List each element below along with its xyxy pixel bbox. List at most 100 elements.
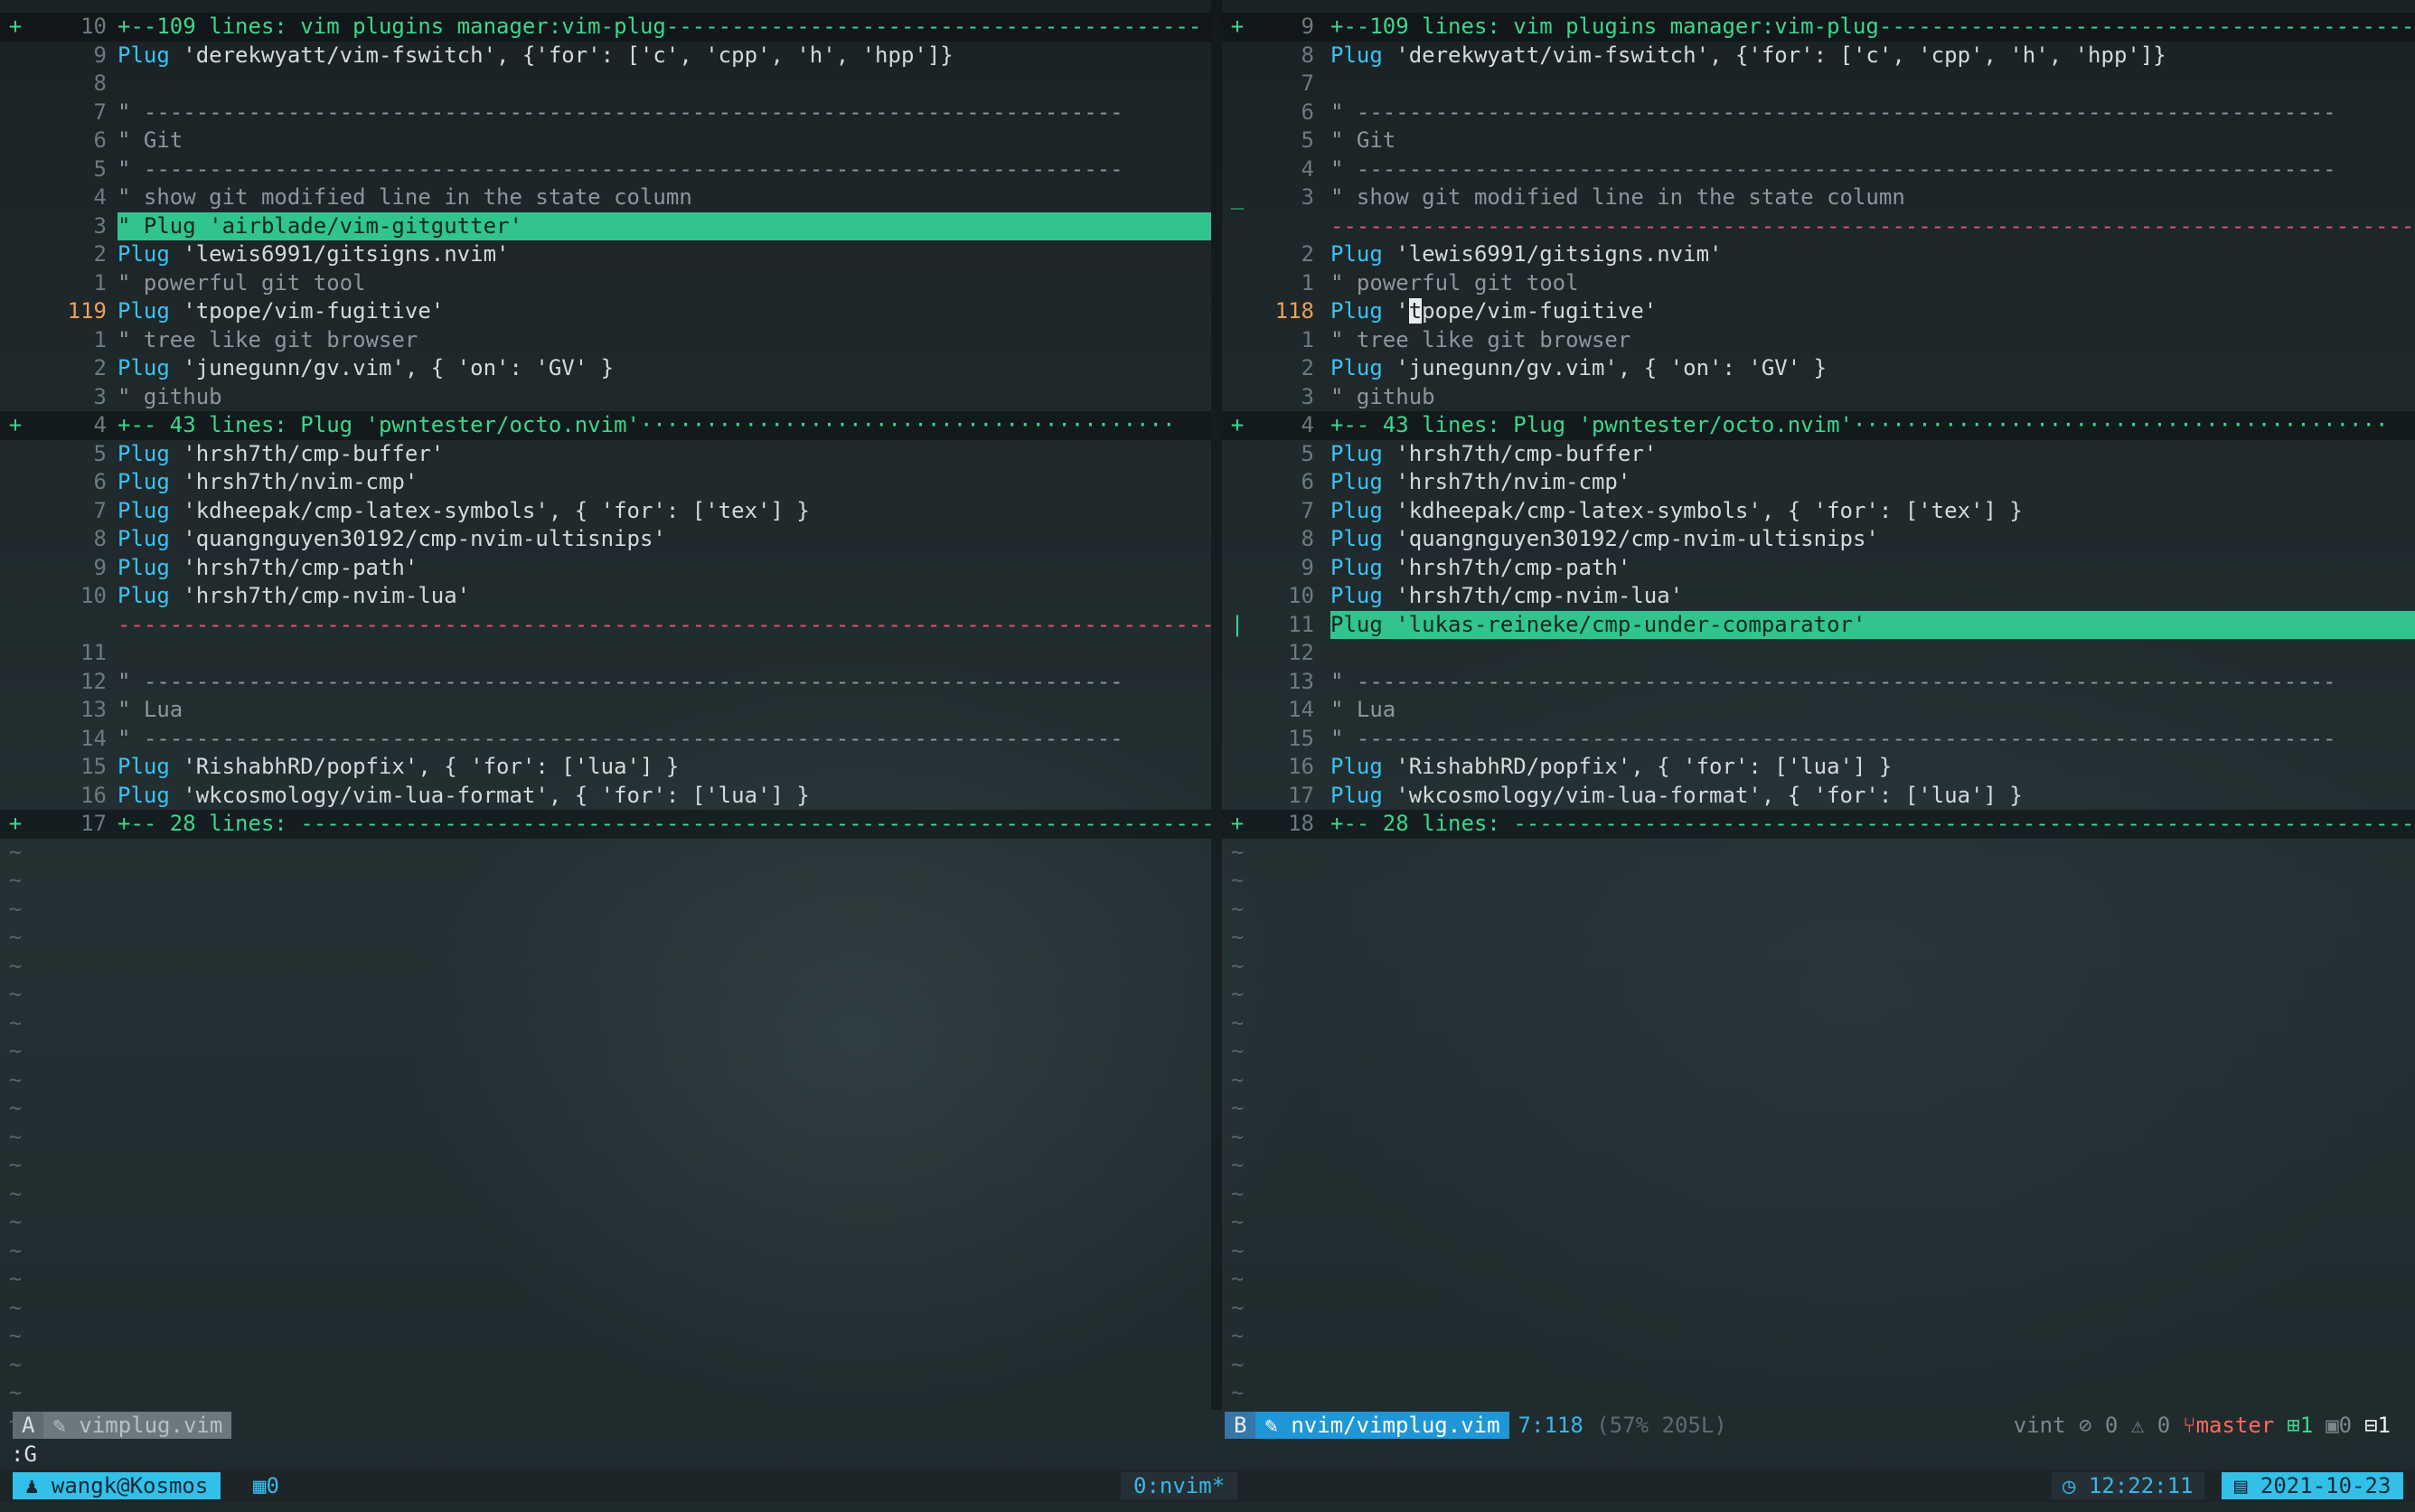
line-text[interactable]: " github [1330,383,2415,412]
line-text[interactable]: " --------------------------------------… [117,725,1211,754]
line-text[interactable]: Plug 'lukas-reineke/cmp-under-comparator… [1330,610,2415,639]
diff-pane-right[interactable]: +9 +--109 lines: vim plugins manager:vim-… [1222,13,2415,1436]
buffer-line[interactable]: 5 " -------------------------------------… [0,155,1211,184]
fold-line[interactable]: +4 +-- 43 lines: Plug 'pwntester/octo.nvi… [1222,411,2415,440]
buffer-line[interactable]: 8 Plug 'quangnguyen30192/cmp-nvim-ultisni… [0,525,1211,554]
buffer-line[interactable]: 9 Plug 'derekwyatt/vim-fswitch', {'for': … [0,42,1211,70]
line-text[interactable]: " --------------------------------------… [1330,668,2415,697]
line-text[interactable]: Plug 'tpope/vim-fugitive' [1330,297,2415,326]
line-text[interactable]: " tree like git browser [1330,326,2415,355]
buffer-line[interactable]: 119 Plug 'tpope/vim-fugitive' [0,297,1211,326]
line-text[interactable]: Plug 'hrsh7th/nvim-cmp' [1330,468,2415,497]
line-text[interactable]: +-- 43 lines: Plug 'pwntester/octo.nvim'… [1330,411,2415,440]
line-text[interactable]: Plug 'wkcosmology/vim-lua-format', { 'fo… [1330,782,2415,811]
line-text[interactable]: Plug 'hrsh7th/cmp-buffer' [1330,440,2415,469]
buffer-line[interactable]: 6 " -------------------------------------… [1222,99,2415,127]
buffer-line[interactable]: 1 " powerful git tool [0,269,1211,298]
buffer-line[interactable]: 2 Plug 'lewis6991/gitsigns.nvim' [0,240,1211,269]
buffer-line[interactable]: 7 [1222,70,2415,99]
line-text[interactable]: " github [117,383,1211,412]
git-branch[interactable]: ⑂master [2183,1412,2274,1439]
line-text[interactable]: Plug 'hrsh7th/cmp-path' [117,554,1211,583]
buffer-line[interactable]: 4 " -------------------------------------… [1222,155,2415,184]
line-text[interactable]: Plug 'derekwyatt/vim-fswitch', {'for': [… [117,42,1211,70]
line-text[interactable]: " show git modified line in the state co… [117,183,1211,212]
line-text[interactable]: Plug 'hrsh7th/cmp-nvim-lua' [1330,582,2415,611]
buffer-line[interactable]: 13 " ------------------------------------… [1222,668,2415,697]
line-text[interactable]: Plug 'quangnguyen30192/cmp-nvim-ultisnip… [117,525,1211,554]
line-text[interactable]: " Lua [117,696,1211,725]
line-text[interactable]: " powerful git tool [1330,269,2415,298]
buffer-line[interactable]: 6 Plug 'hrsh7th/nvim-cmp' [1222,468,2415,497]
line-text[interactable]: Plug 'kdheepak/cmp-latex-symbols', { 'fo… [117,497,1211,526]
line-text[interactable]: Plug 'lewis6991/gitsigns.nvim' [1330,240,2415,269]
buffer-line[interactable]: 15 Plug 'RishabhRD/popfix', { 'for': ['lu… [0,753,1211,782]
line-text[interactable]: ----------------------------------------… [1330,212,2415,241]
diff-deleted-filler[interactable]: ----------------------------------------… [1222,212,2415,241]
buffer-line[interactable]: 15 " ------------------------------------… [1222,725,2415,754]
buffer-line[interactable]: 1 " tree like git browser [0,326,1211,355]
file-name-segment[interactable]: ✎ vimplug.vim [43,1412,232,1439]
buffer-line[interactable]: 17 Plug 'wkcosmology/vim-lua-format', { '… [1222,782,2415,811]
line-text[interactable]: Plug 'junegunn/gv.vim', { 'on': 'GV' } [1330,354,2415,383]
line-text[interactable]: +-- 43 lines: Plug 'pwntester/octo.nvim'… [117,411,1211,440]
line-text[interactable]: Plug 'wkcosmology/vim-lua-format', { 'fo… [117,782,1211,811]
buffer-line[interactable]: 13 " Lua [0,696,1211,725]
buffer-line[interactable]: 16 Plug 'wkcosmology/vim-lua-format', { '… [0,782,1211,811]
buffer-line[interactable]: 8 [0,70,1211,99]
buffer-line[interactable]: 1 " powerful git tool [1222,269,2415,298]
line-text[interactable]: Plug 'lewis6991/gitsigns.nvim' [117,240,1211,269]
diff-pane-left[interactable]: +10 +--109 lines: vim plugins manager:vim… [0,13,1211,1436]
buffer-line[interactable]: 4 " show git modified line in the state c… [0,183,1211,212]
buffer-line[interactable]: 5 Plug 'hrsh7th/cmp-buffer' [1222,440,2415,469]
line-text[interactable]: " Git [117,127,1211,155]
command-line[interactable]: :G [11,1441,37,1468]
buffer-line[interactable]: 10 Plug 'hrsh7th/cmp-nvim-lua' [0,582,1211,611]
tmux-session[interactable]: ▦0 [244,1472,288,1499]
line-text[interactable]: ----------------------------------------… [117,611,1211,640]
buffer-line[interactable]: 8 Plug 'derekwyatt/vim-fswitch', {'for': … [1222,42,2415,70]
buffer-line[interactable]: 5 Plug 'hrsh7th/cmp-buffer' [0,440,1211,469]
line-text[interactable]: " tree like git browser [117,326,1211,355]
line-text[interactable]: +--109 lines: vim plugins manager:vim-pl… [1330,13,2415,42]
line-text[interactable]: " --------------------------------------… [117,155,1211,184]
buffer-line[interactable]: 2 Plug 'junegunn/gv.vim', { 'on': 'GV' } [0,354,1211,383]
tmux-window-tab[interactable]: 0:nvim* [1121,1472,1238,1499]
diff-added-line[interactable]: | 11 Plug 'lukas-reineke/cmp-under-compara… [1222,610,2415,639]
buffer-line[interactable]: 8 Plug 'quangnguyen30192/cmp-nvim-ultisni… [1222,525,2415,554]
line-text[interactable]: " --------------------------------------… [1330,99,2415,127]
buffer-line[interactable]: 12 [1222,639,2415,668]
text-cursor[interactable]: t [1408,298,1423,324]
line-text[interactable]: " --------------------------------------… [117,668,1211,697]
buffer-line[interactable]: 2 Plug 'junegunn/gv.vim', { 'on': 'GV' } [1222,354,2415,383]
lint-status[interactable]: vint ⊘ 0 ⚠ 0 [2014,1412,2170,1439]
line-text[interactable]: Plug 'quangnguyen30192/cmp-nvim-ultisnip… [1330,525,2415,554]
line-text[interactable]: " Lua [1330,696,2415,725]
fold-line[interactable]: +17 +-- 28 lines: -----------------------… [0,810,1211,839]
buffer-line[interactable]: 11 [0,639,1211,668]
buffer-line[interactable]: 6 " Git [0,127,1211,155]
buffer-line[interactable]: 16 Plug 'RishabhRD/popfix', { 'for': ['lu… [1222,753,2415,782]
line-text[interactable]: Plug 'RishabhRD/popfix', { 'for': ['lua'… [117,753,1211,782]
buffer-line[interactable]: 2 Plug 'lewis6991/gitsigns.nvim' [1222,240,2415,269]
buffer-line[interactable]: 1 " tree like git browser [1222,326,2415,355]
line-text[interactable]: Plug 'tpope/vim-fugitive' [117,297,1211,326]
fold-line[interactable]: +4 +-- 43 lines: Plug 'pwntester/octo.nvi… [0,411,1211,440]
buffer-line[interactable]: 14 " Lua [1222,696,2415,725]
buffer-line[interactable]: _ 3 " show git modified line in the state … [1222,183,2415,212]
fold-line[interactable]: +9 +--109 lines: vim plugins manager:vim-… [1222,13,2415,42]
buffer-line[interactable]: 7 Plug 'kdheepak/cmp-latex-symbols', { 'f… [0,497,1211,526]
file-name-segment[interactable]: ✎ nvim/vimplug.vim [1255,1412,1509,1439]
diff-added-line[interactable]: 3 " Plug 'airblade/vim-gitgutter' [0,211,1211,240]
line-text[interactable]: " Git [1330,127,2415,155]
line-text[interactable]: " --------------------------------------… [1330,725,2415,754]
window-divider[interactable] [1211,0,1222,1410]
line-text[interactable]: +-- 28 lines: --------------------------… [1330,810,2415,839]
buffer-line[interactable]: 14 " ------------------------------------… [0,725,1211,754]
buffer-line[interactable]: 9 Plug 'hrsh7th/cmp-path' [1222,554,2415,583]
line-text[interactable]: Plug 'hrsh7th/cmp-buffer' [117,440,1211,469]
buffer-line[interactable]: 5 " Git [1222,127,2415,155]
line-text[interactable]: Plug 'RishabhRD/popfix', { 'for': ['lua'… [1330,753,2415,782]
line-text[interactable]: " show git modified line in the state co… [1330,183,2415,212]
buffer-line[interactable]: 3 " github [1222,383,2415,412]
